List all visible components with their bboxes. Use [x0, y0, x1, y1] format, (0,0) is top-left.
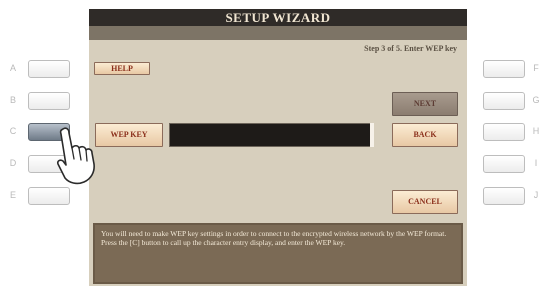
- side-letter-a: A: [9, 63, 16, 73]
- info-line-2: Press the [C] button to call up the char…: [101, 238, 346, 247]
- info-line-1: You will need to make WEP key settings i…: [101, 229, 447, 238]
- side-button-i[interactable]: [483, 155, 525, 173]
- wep-key-button[interactable]: WEP KEY: [95, 123, 163, 147]
- side-letter-f: F: [533, 63, 539, 73]
- wizard-subheader-bar: [89, 26, 467, 40]
- side-letter-b: B: [9, 95, 16, 105]
- side-button-j[interactable]: [483, 187, 525, 205]
- pointing-hand-icon: [57, 127, 95, 185]
- help-button[interactable]: HELP: [94, 62, 150, 75]
- setup-wizard-panel: SETUP WIZARD Step 3 of 5. Enter WEP key …: [89, 9, 467, 286]
- back-button[interactable]: BACK: [392, 123, 458, 147]
- info-message-box: You will need to make WEP key settings i…: [93, 223, 463, 284]
- side-button-f[interactable]: [483, 60, 525, 78]
- side-letter-c: C: [9, 126, 17, 136]
- text-cursor: [370, 123, 374, 147]
- side-button-a[interactable]: [28, 60, 70, 78]
- side-letter-j: J: [533, 190, 539, 200]
- wep-key-field[interactable]: [169, 123, 372, 147]
- next-button[interactable]: NEXT: [392, 92, 458, 116]
- side-letter-d: D: [9, 158, 17, 168]
- cancel-button[interactable]: CANCEL: [392, 190, 458, 214]
- wizard-title: SETUP WIZARD: [89, 9, 467, 26]
- side-button-h[interactable]: [483, 123, 525, 141]
- step-indicator: Step 3 of 5. Enter WEP key: [364, 44, 457, 53]
- side-button-g[interactable]: [483, 92, 525, 110]
- side-letter-g: G: [532, 95, 539, 105]
- side-letter-i: I: [534, 158, 538, 168]
- side-button-e[interactable]: [28, 187, 70, 205]
- side-letter-h: H: [532, 126, 539, 136]
- side-letter-e: E: [9, 190, 16, 200]
- side-button-b[interactable]: [28, 92, 70, 110]
